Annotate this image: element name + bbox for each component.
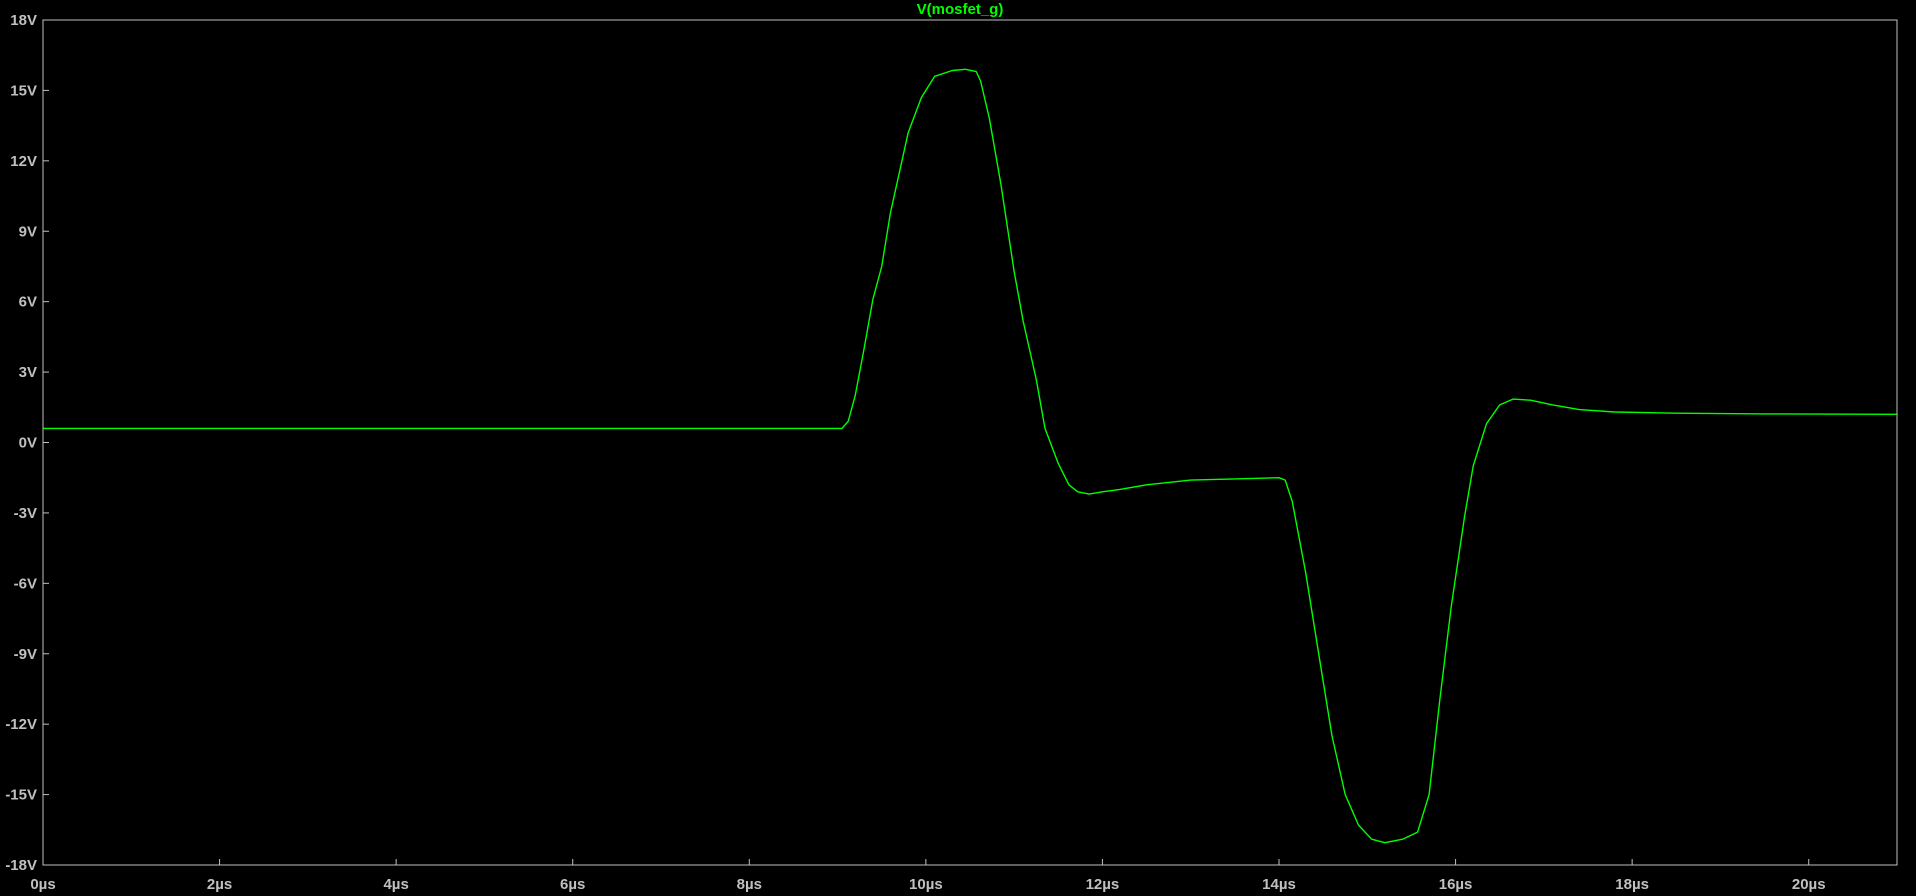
y-tick-label: -3V (14, 505, 37, 522)
y-tick-label: 18V (10, 12, 37, 29)
y-tick-label: -12V (5, 716, 37, 733)
x-tick-label: 18µs (1615, 876, 1649, 893)
y-tick-label: 3V (19, 364, 37, 381)
x-tick-label: 10µs (909, 876, 943, 893)
x-tick-label: 2µs (207, 876, 232, 893)
x-tick-label: 6µs (560, 876, 585, 893)
x-tick-label: 16µs (1439, 876, 1473, 893)
y-tick-label: -15V (5, 787, 37, 804)
x-tick-label: 14µs (1262, 876, 1296, 893)
y-tick-label: -9V (14, 646, 37, 663)
plot-area: V(mosfet_g) 18V 15V 12V 9V 6V 3V 0V -3V -6V -9V -1… (5, 1, 1898, 893)
trace-group (43, 68, 1898, 844)
y-tick-label: 15V (10, 82, 37, 99)
x-tick-label: 12µs (1086, 876, 1120, 893)
series-line (43, 68, 1898, 844)
x-tick-label: 4µs (383, 876, 408, 893)
y-tick-label: -18V (5, 857, 37, 874)
plot-frame (42, 19, 1898, 866)
y-tick-label: 12V (10, 153, 37, 170)
x-tick-label: 0µs (30, 876, 55, 893)
trace-title[interactable]: V(mosfet_g) (917, 1, 1004, 18)
tick-group: 18V 15V 12V 9V 6V 3V 0V -3V -6V -9V -12V -15V -18V 0µ… (5, 12, 1825, 893)
y-tick-label: 6V (19, 294, 37, 311)
x-tick-label: 20µs (1792, 876, 1826, 893)
y-tick-label: 9V (19, 223, 37, 240)
y-tick-label: -6V (14, 575, 37, 592)
y-tick-label: 0V (19, 435, 37, 452)
x-tick-label: 8µs (737, 876, 762, 893)
